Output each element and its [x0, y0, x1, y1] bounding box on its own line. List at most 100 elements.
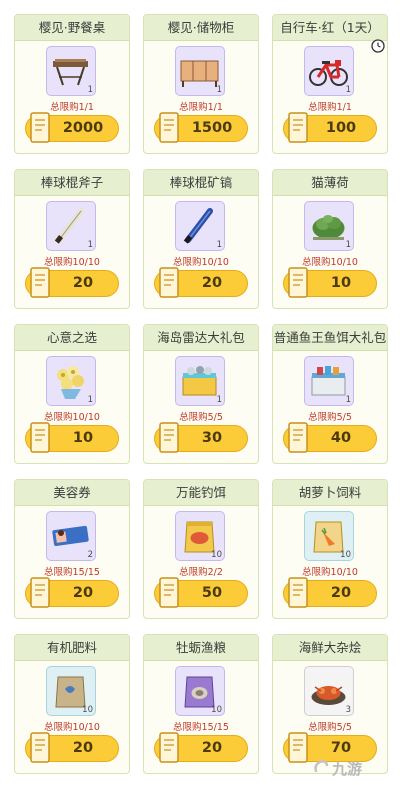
- shop-grid: 樱见·野餐桌 1 总限购1/1 2000 樱见·储物柜 1 总限购1/1 150…: [14, 14, 388, 789]
- price-value: 1500: [191, 120, 233, 136]
- price-value: 40: [330, 430, 352, 446]
- item-frame[interactable]: 3: [304, 666, 354, 716]
- buy-button[interactable]: 40: [283, 422, 377, 453]
- item-quantity: 10: [211, 550, 222, 560]
- shop-card[interactable]: 猫薄荷 1 总限购10/10 10: [272, 169, 388, 309]
- shop-card[interactable]: 樱见·野餐桌 1 总限购1/1 2000: [14, 14, 130, 154]
- buy-button[interactable]: 20: [25, 267, 119, 298]
- item-title: 樱见·野餐桌: [15, 15, 129, 41]
- item-title: 棒球棍矿镐: [144, 170, 258, 196]
- item-frame[interactable]: 10: [175, 666, 225, 716]
- ticket-icon: [288, 577, 308, 608]
- price-value: 20: [201, 275, 223, 291]
- shop-card[interactable]: 有机肥料 10 总限购10/10 20: [14, 634, 130, 774]
- buy-button[interactable]: 20: [154, 267, 248, 298]
- item-quantity: 1: [345, 395, 351, 405]
- item-frame[interactable]: 10: [304, 511, 354, 561]
- item-quantity: 2: [87, 550, 93, 560]
- buy-button[interactable]: 30: [154, 422, 248, 453]
- ticket-icon: [159, 732, 179, 763]
- item-frame[interactable]: 1: [304, 201, 354, 251]
- shop-card[interactable]: 美容券 2 总限购15/15 20: [14, 479, 130, 619]
- item-title: 海鲜大杂烩: [273, 635, 387, 661]
- item-frame[interactable]: 1: [304, 46, 354, 96]
- shop-card[interactable]: 万能钓饵 10 总限购2/2 50: [143, 479, 259, 619]
- item-quantity: 3: [345, 705, 351, 715]
- shop-card[interactable]: 普通鱼王鱼饵大礼包 1 总限购5/5 40: [272, 324, 388, 464]
- item-title: 海岛雷达大礼包: [144, 325, 258, 351]
- item-frame[interactable]: 1: [175, 356, 225, 406]
- item-title: 自行车·红（1天）: [273, 15, 387, 41]
- buy-button[interactable]: 20: [25, 577, 119, 608]
- price-value: 10: [330, 275, 352, 291]
- price-value: 20: [201, 740, 223, 756]
- ticket-icon: [288, 267, 308, 298]
- buy-button[interactable]: 1500: [154, 112, 248, 143]
- item-quantity: 1: [216, 395, 222, 405]
- ticket-icon: [30, 732, 50, 763]
- item-frame[interactable]: 10: [46, 666, 96, 716]
- item-frame[interactable]: 1: [46, 46, 96, 96]
- item-quantity: 10: [211, 705, 222, 715]
- item-quantity: 1: [87, 395, 93, 405]
- item-frame[interactable]: 1: [304, 356, 354, 406]
- item-title: 普通鱼王鱼饵大礼包: [273, 325, 387, 351]
- item-title: 樱见·储物柜: [144, 15, 258, 41]
- item-frame[interactable]: 1: [46, 201, 96, 251]
- item-frame[interactable]: 1: [46, 356, 96, 406]
- ticket-icon: [288, 422, 308, 453]
- ticket-icon: [288, 112, 308, 143]
- price-value: 100: [325, 120, 357, 136]
- item-quantity: 1: [345, 240, 351, 250]
- item-title: 牡蛎渔粮: [144, 635, 258, 661]
- buy-button[interactable]: 20: [154, 732, 248, 763]
- item-frame[interactable]: 1: [175, 201, 225, 251]
- watermark-text: 九游: [332, 760, 363, 778]
- shop-card[interactable]: 棒球棍斧子 1 总限购10/10 20: [14, 169, 130, 309]
- shop-card[interactable]: 海岛雷达大礼包 1 总限购5/5 30: [143, 324, 259, 464]
- buy-button[interactable]: 2000: [25, 112, 119, 143]
- ticket-icon: [30, 112, 50, 143]
- price-value: 20: [330, 585, 352, 601]
- price-value: 2000: [62, 120, 104, 136]
- shop-card[interactable]: 牡蛎渔粮 10 总限购15/15 20: [143, 634, 259, 774]
- buy-button[interactable]: 20: [283, 577, 377, 608]
- buy-button[interactable]: 50: [154, 577, 248, 608]
- buy-button[interactable]: 70: [283, 732, 377, 763]
- ticket-icon: [288, 732, 308, 763]
- ticket-icon: [159, 112, 179, 143]
- buy-button[interactable]: 20: [25, 732, 119, 763]
- clock-icon: [371, 39, 385, 53]
- shop-card[interactable]: 樱见·储物柜 1 总限购1/1 1500: [143, 14, 259, 154]
- item-frame[interactable]: 2: [46, 511, 96, 561]
- item-frame[interactable]: 10: [175, 511, 225, 561]
- price-value: 50: [201, 585, 223, 601]
- ticket-icon: [30, 422, 50, 453]
- item-title: 有机肥料: [15, 635, 129, 661]
- buy-button[interactable]: 10: [283, 267, 377, 298]
- item-title: 心意之选: [15, 325, 129, 351]
- shop-card[interactable]: 海鲜大杂烩 3 总限购5/5 70: [272, 634, 388, 774]
- price-value: 30: [201, 430, 223, 446]
- shop-card[interactable]: 心意之选 1 总限购10/10 10: [14, 324, 130, 464]
- item-title: 棒球棍斧子: [15, 170, 129, 196]
- buy-button[interactable]: 100: [283, 112, 377, 143]
- item-quantity: 10: [340, 550, 351, 560]
- shop-card[interactable]: 棒球棍矿镐 1 总限购10/10 20: [143, 169, 259, 309]
- item-quantity: 1: [216, 240, 222, 250]
- ticket-icon: [30, 267, 50, 298]
- item-title: 美容券: [15, 480, 129, 506]
- ticket-icon: [30, 577, 50, 608]
- item-quantity: 1: [87, 85, 93, 95]
- shop-card[interactable]: 胡萝卜饲料 10 总限购10/10 20: [272, 479, 388, 619]
- item-frame[interactable]: 1: [175, 46, 225, 96]
- price-value: 20: [72, 740, 94, 756]
- shop-card[interactable]: 自行车·红（1天） 1 总限购1/1 100: [272, 14, 388, 154]
- item-title: 万能钓饵: [144, 480, 258, 506]
- buy-button[interactable]: 10: [25, 422, 119, 453]
- item-quantity: 1: [87, 240, 93, 250]
- price-value: 20: [72, 585, 94, 601]
- price-value: 20: [72, 275, 94, 291]
- price-value: 10: [72, 430, 94, 446]
- ticket-icon: [159, 422, 179, 453]
